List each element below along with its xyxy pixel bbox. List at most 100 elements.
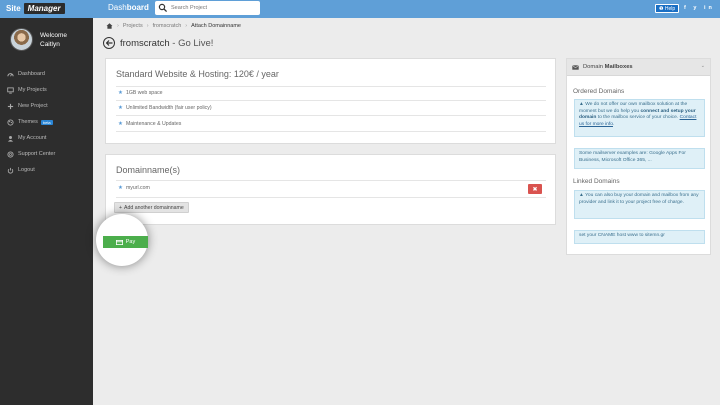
cname-text: set your CNAME host www to sitemn.gr xyxy=(579,233,665,238)
support-icon xyxy=(7,150,14,158)
linked-domains-title: Linked Domains xyxy=(573,178,620,185)
domains-panel: Domainname(s) ★ myurl.com xyxy=(105,154,556,225)
power-icon xyxy=(7,167,14,174)
search-box[interactable] xyxy=(155,1,260,15)
divider xyxy=(116,180,546,181)
palette-icon xyxy=(7,118,14,126)
project-name: fromscratch xyxy=(120,37,170,49)
mailboxes-header-bold: Mailboxes xyxy=(604,64,633,70)
sidebar-item-logout[interactable]: Logout xyxy=(0,162,93,178)
linked-domains-info: ▲ You can also buy your domain and mailb… xyxy=(574,190,705,219)
sidebar-item-label: My Projects xyxy=(18,87,47,93)
feature-label: Unlimited Bandwidth (fair user policy) xyxy=(125,105,212,111)
info-icon: ❶ xyxy=(659,6,664,12)
breadcrumb-current: Attach Domainname xyxy=(191,23,241,29)
mailboxes-header[interactable]: Domain Mailboxes ⌄ xyxy=(567,59,710,76)
social-links[interactable]: f y in xyxy=(684,5,715,11)
feature-item: ★ 1GB web space xyxy=(118,90,548,96)
feature-item: ★ Maintenance & Updates xyxy=(118,121,548,127)
add-domain-label: Add another domainname xyxy=(124,204,184,211)
breadcrumb-project[interactable]: fromscratch xyxy=(153,23,182,29)
sidebar-nav: Dashboard My Projects New Project Themes… xyxy=(0,66,93,178)
page-title: fromscratch - Go Live! xyxy=(120,38,213,49)
mailboxes-header-light: Domain xyxy=(583,64,603,70)
linked-info-text: You can also buy your domain and mailbox… xyxy=(579,193,699,205)
pay-button[interactable]: Pay xyxy=(103,236,148,248)
user-name: Caitlyn xyxy=(40,41,60,48)
page-header: fromscratch - Go Live! xyxy=(103,37,213,49)
search-icon xyxy=(158,3,168,13)
star-icon: ★ xyxy=(118,90,123,96)
credit-card-icon xyxy=(115,239,123,245)
beta-badge: beta xyxy=(40,119,53,125)
breadcrumb-separator: › xyxy=(146,23,149,29)
search-input[interactable] xyxy=(171,5,256,11)
sidebar-item-themes[interactable]: Themes beta xyxy=(0,114,93,130)
help-button[interactable]: ❶ Help xyxy=(655,4,680,13)
divider xyxy=(116,131,546,132)
home-icon[interactable] xyxy=(106,23,113,29)
logo-text-manager: Manager xyxy=(23,2,65,14)
ordered-domains-title: Ordered Domains xyxy=(573,88,625,95)
breadcrumb-projects[interactable]: Projects xyxy=(123,23,143,29)
star-icon: ★ xyxy=(118,105,123,111)
ordered-info-text-2: to the mailbox service of your choice. xyxy=(596,115,680,121)
user-icon xyxy=(7,135,14,142)
divider xyxy=(116,86,546,87)
sidebar-item-new-project[interactable]: New Project xyxy=(0,98,93,114)
divider xyxy=(116,100,546,101)
help-label: Help xyxy=(664,6,676,12)
sidebar-item-support-center[interactable]: Support Center xyxy=(0,146,93,162)
star-icon: ★ xyxy=(118,185,123,191)
top-bar: Site Manager Dashboard ❶ Help f y in xyxy=(0,0,720,18)
dashboard-icon xyxy=(7,72,14,76)
breadcrumb-separator: › xyxy=(185,23,188,29)
domains-title: Domainname(s) xyxy=(116,165,181,175)
warning-icon: ▲ xyxy=(579,102,584,107)
delete-domain-button[interactable]: ✖ xyxy=(528,184,542,194)
mailserver-examples-text: Some mailserver examples are: Google App… xyxy=(579,151,686,163)
site-manager-logo[interactable]: Site Manager xyxy=(3,2,65,14)
sidebar-item-label: Dashboard xyxy=(18,71,45,77)
plus-icon xyxy=(7,103,14,109)
star-icon: ★ xyxy=(118,121,123,127)
feature-item: ★ Unlimited Bandwidth (fair user policy) xyxy=(118,105,548,111)
add-domain-button[interactable]: + Add another domainname xyxy=(114,202,189,213)
back-button[interactable] xyxy=(103,37,115,49)
envelope-icon xyxy=(572,64,579,70)
logo-text-site: Site xyxy=(6,3,21,13)
domain-entry: ★ myurl.com xyxy=(118,185,548,191)
dashboard-title-light: Dash xyxy=(108,3,127,12)
sidebar: Welcome Caitlyn Dashboard My Projects Ne… xyxy=(0,18,93,405)
breadcrumb-separator: › xyxy=(117,23,119,29)
feature-label: 1GB web space xyxy=(125,90,163,96)
chevron-down-icon[interactable]: ⌄ xyxy=(701,63,705,69)
avatar[interactable] xyxy=(10,28,33,51)
ordered-info-end: . xyxy=(612,121,615,127)
plus-icon: + xyxy=(119,204,123,211)
pay-label: Pay xyxy=(125,239,136,245)
mailserver-examples: Some mailserver examples are: Google App… xyxy=(574,148,705,169)
domain-name: myurl.com xyxy=(125,185,150,191)
sidebar-item-my-projects[interactable]: My Projects xyxy=(0,82,93,98)
page-subtitle: - Go Live! xyxy=(169,37,214,49)
cname-info: set your CNAME host www to sitemn.gr xyxy=(574,230,705,244)
plan-title: Standard Website & Hosting: 120€ / year xyxy=(116,69,279,79)
close-icon: ✖ xyxy=(532,186,538,193)
divider xyxy=(116,115,546,116)
monitor-icon xyxy=(7,86,14,94)
dashboard-title: Dashboard xyxy=(108,3,149,12)
welcome-label: Welcome xyxy=(40,32,67,39)
sidebar-item-dashboard[interactable]: Dashboard xyxy=(0,66,93,82)
divider xyxy=(116,197,546,198)
warning-icon: ▲ xyxy=(579,193,584,198)
breadcrumb: › Projects › fromscratch › Attach Domain… xyxy=(106,23,241,29)
mailboxes-panel: Domain Mailboxes ⌄ Ordered Domains ▲ We … xyxy=(566,58,711,255)
ordered-domains-info: ▲ We do not offer our own mailbox soluti… xyxy=(574,99,705,137)
sidebar-item-my-account[interactable]: My Account xyxy=(0,130,93,146)
sidebar-item-label: Support Center xyxy=(18,151,56,157)
sidebar-item-label: New Project xyxy=(18,103,48,109)
dashboard-title-bold: board xyxy=(126,3,149,12)
plan-panel: Standard Website & Hosting: 120€ / year … xyxy=(105,58,556,144)
sidebar-item-label: My Account xyxy=(18,135,47,141)
